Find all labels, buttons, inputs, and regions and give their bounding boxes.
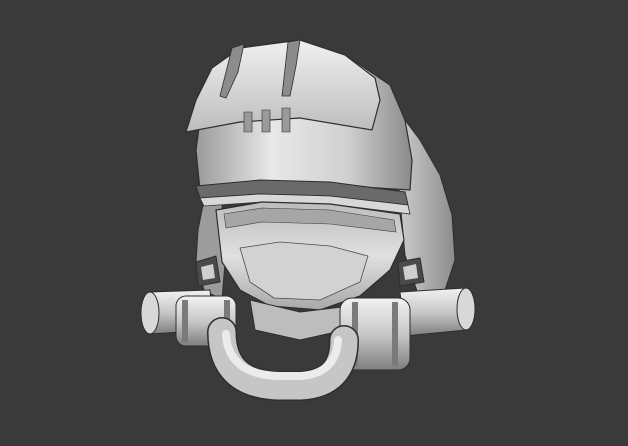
3d-viewport[interactable]	[0, 0, 628, 446]
cheek-vent-left	[195, 255, 221, 287]
helmet-visor	[215, 201, 405, 311]
chin-hose	[207, 317, 359, 401]
helmet-model-render[interactable]	[0, 0, 628, 446]
breathing-tube-right	[339, 287, 476, 371]
helmet-dome	[185, 39, 413, 215]
cheek-vent-right	[397, 257, 425, 287]
